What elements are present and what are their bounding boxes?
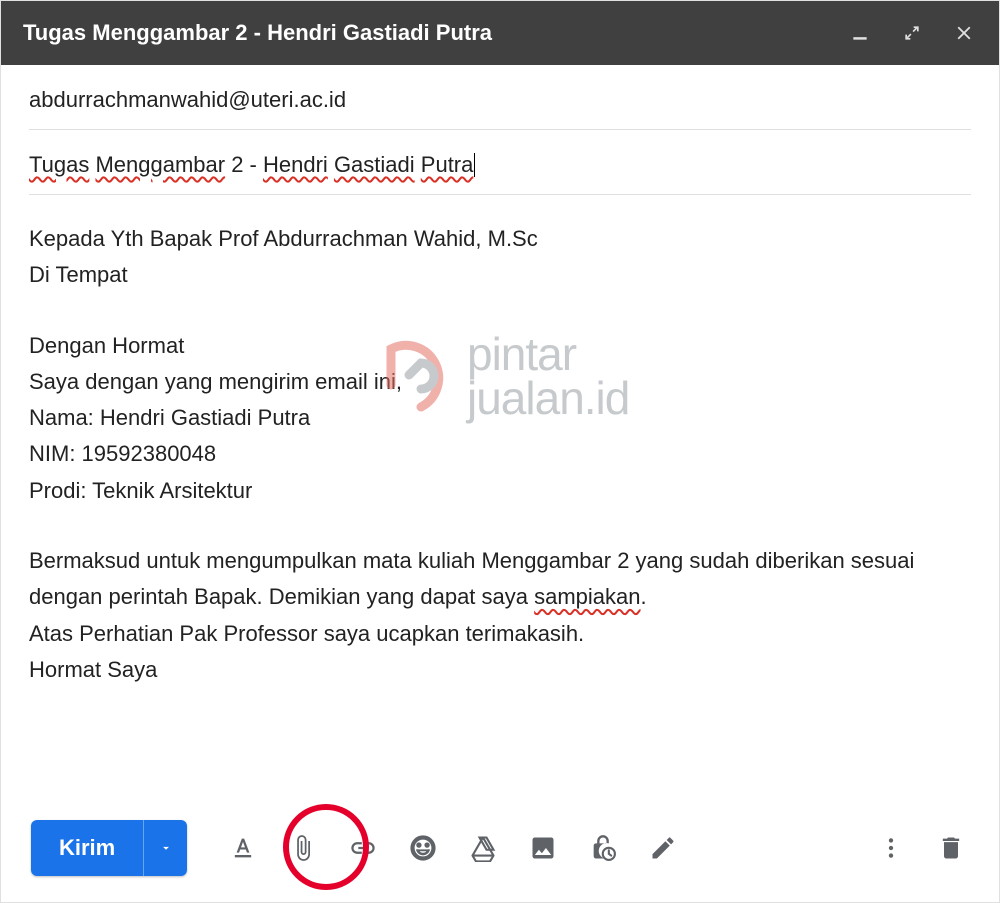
- format-text-icon: [229, 834, 257, 862]
- more-vert-icon: [878, 835, 904, 861]
- compose-toolbar: Kirim: [1, 806, 999, 902]
- close-button[interactable]: [951, 20, 977, 46]
- body-line: Di Tempat: [29, 257, 971, 293]
- insert-photo-button[interactable]: [517, 822, 569, 874]
- titlebar: Tugas Menggambar 2 - Hendri Gastiadi Put…: [1, 1, 999, 65]
- body-line: Atas Perhatian Pak Professor saya ucapka…: [29, 616, 971, 652]
- caret-down-icon: [159, 841, 173, 855]
- send-button[interactable]: Kirim: [31, 820, 143, 876]
- paperclip-icon: [289, 834, 317, 862]
- header-fields: abdurrachmanwahid@uteri.ac.id Tugas Meng…: [1, 65, 999, 195]
- body-line: Kepada Yth Bapak Prof Abdurrachman Wahid…: [29, 221, 971, 257]
- insert-emoji-button[interactable]: [397, 822, 449, 874]
- body-line: NIM: 19592380048: [29, 436, 971, 472]
- text-cursor: [474, 153, 475, 177]
- discard-draft-button[interactable]: [925, 822, 977, 874]
- formatting-button[interactable]: [217, 822, 269, 874]
- body-line: Hormat Saya: [29, 652, 971, 688]
- pen-icon: [649, 834, 677, 862]
- attach-file-button[interactable]: [277, 822, 329, 874]
- message-body[interactable]: Kepada Yth Bapak Prof Abdurrachman Wahid…: [1, 195, 999, 806]
- insert-drive-button[interactable]: [457, 822, 509, 874]
- confidential-mode-button[interactable]: [577, 822, 629, 874]
- minimize-icon: [850, 23, 870, 43]
- expand-icon: [902, 23, 922, 43]
- body-line: Prodi: Teknik Arsitektur: [29, 473, 971, 509]
- insert-link-button[interactable]: [337, 822, 389, 874]
- close-icon: [953, 22, 975, 44]
- send-options-button[interactable]: [143, 820, 187, 876]
- body-line: Nama: Hendri Gastiadi Putra: [29, 400, 971, 436]
- minimize-button[interactable]: [847, 20, 873, 46]
- body-line: Dengan Hormat: [29, 328, 971, 364]
- fullscreen-button[interactable]: [899, 20, 925, 46]
- photo-icon: [529, 834, 557, 862]
- body-line: Saya dengan yang mengirim email ini,: [29, 364, 971, 400]
- window-title: Tugas Menggambar 2 - Hendri Gastiadi Put…: [23, 20, 847, 46]
- more-options-button[interactable]: [865, 822, 917, 874]
- recipient-chip[interactable]: abdurrachmanwahid@uteri.ac.id: [29, 87, 346, 112]
- send-button-group: Kirim: [31, 820, 187, 876]
- to-field[interactable]: abdurrachmanwahid@uteri.ac.id: [29, 65, 971, 130]
- subject-field[interactable]: Tugas Menggambar 2 - Hendri Gastiadi Put…: [29, 130, 971, 195]
- subject-text: Tugas Menggambar 2 - Hendri Gastiadi Put…: [29, 152, 475, 178]
- compose-window: Tugas Menggambar 2 - Hendri Gastiadi Put…: [0, 0, 1000, 903]
- lock-clock-icon: [589, 834, 617, 862]
- emoji-icon: [409, 834, 437, 862]
- trash-icon: [937, 834, 965, 862]
- drive-icon: [469, 834, 497, 862]
- link-icon: [349, 834, 377, 862]
- window-actions: [847, 20, 977, 46]
- insert-signature-button[interactable]: [637, 822, 689, 874]
- body-line: Bermaksud untuk mengumpulkan mata kuliah…: [29, 543, 971, 616]
